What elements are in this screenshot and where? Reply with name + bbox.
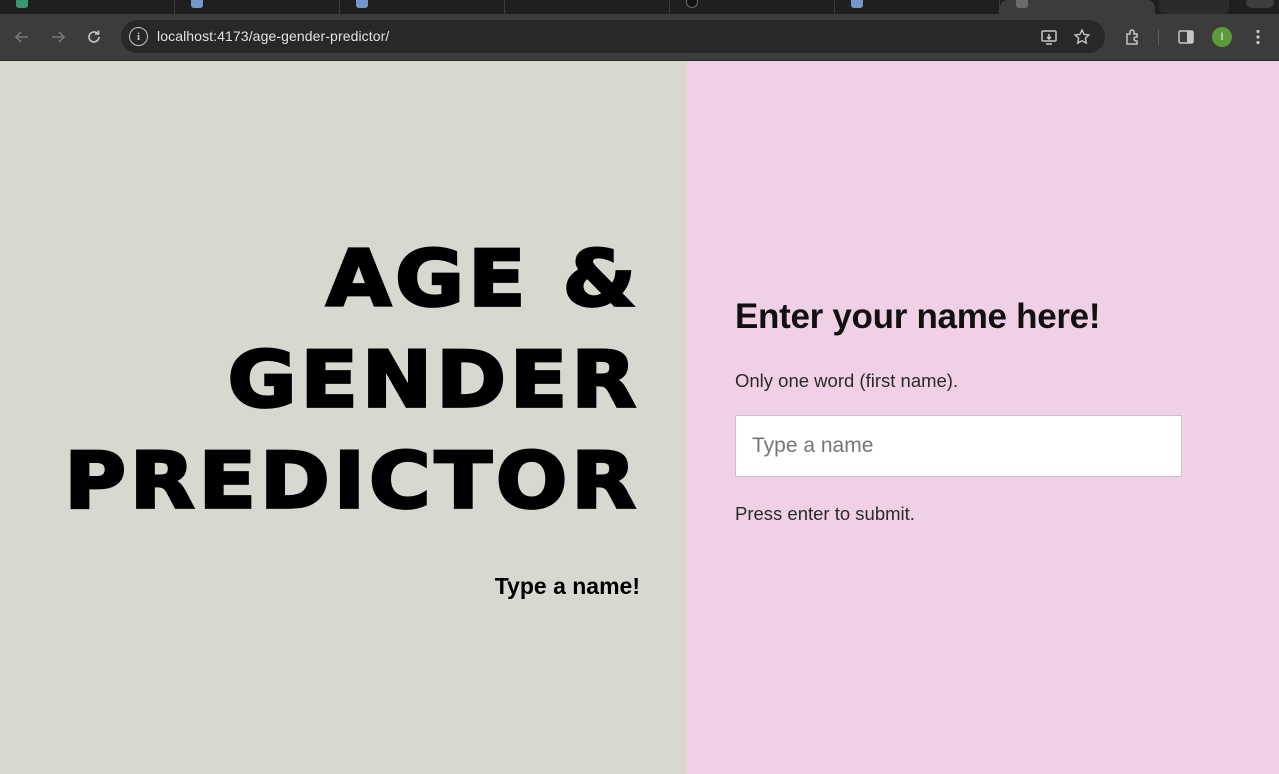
- reload-icon: [88, 30, 100, 43]
- left-panel: AGE & GENDER PREDICTOR Type a name!: [0, 61, 687, 774]
- url-text[interactable]: localhost:4173/age-gender-predictor/: [157, 28, 389, 44]
- title-line: GENDER: [226, 333, 640, 426]
- window-control[interactable]: [1246, 0, 1274, 8]
- bookmark-star-icon[interactable]: [1072, 27, 1092, 47]
- arrow-left-icon: [14, 31, 28, 43]
- tab-favicon-icon: [191, 0, 203, 8]
- right-panel: Enter your name here! Only one word (fir…: [687, 61, 1279, 774]
- form-heading: Enter your name here!: [735, 297, 1101, 336]
- back-button[interactable]: [10, 25, 34, 49]
- title-line: AGE &: [325, 232, 640, 325]
- left-subtitle: Type a name!: [494, 573, 640, 599]
- new-tab-area[interactable]: [1159, 0, 1229, 14]
- tab-favicon-icon: [1016, 0, 1028, 8]
- browser-toolbar: i localhost:4173/age-gender-predictor/ I: [0, 14, 1279, 61]
- submit-hint: Press enter to submit.: [735, 503, 915, 524]
- form-hint: Only one word (first name).: [735, 370, 959, 391]
- extensions-button[interactable]: [1121, 25, 1145, 49]
- tab-favicon-icon: [851, 0, 863, 8]
- page-title: AGE & GENDER PREDICTOR: [20, 228, 640, 532]
- forward-button[interactable]: [46, 25, 70, 49]
- browser-tab[interactable]: [0, 0, 175, 14]
- browser-tab[interactable]: [340, 0, 505, 14]
- browser-tab-active[interactable]: [1000, 0, 1155, 14]
- tab-strip: [0, 0, 1279, 14]
- browser-tab[interactable]: [835, 0, 1000, 14]
- kebab-menu-icon: [1256, 29, 1260, 45]
- site-info-icon[interactable]: i: [129, 27, 148, 46]
- address-bar[interactable]: i localhost:4173/age-gender-predictor/: [121, 20, 1105, 53]
- toolbar-divider: [1158, 29, 1159, 45]
- name-input[interactable]: [735, 415, 1182, 477]
- browser-tab[interactable]: [175, 0, 340, 14]
- browser-tab[interactable]: [505, 0, 670, 14]
- side-panel-icon: [1178, 30, 1194, 44]
- install-app-icon[interactable]: [1039, 27, 1059, 47]
- title-line: PREDICTOR: [63, 435, 640, 528]
- browser-menu-button[interactable]: [1246, 25, 1270, 49]
- tab-favicon-icon: [16, 0, 28, 8]
- side-panel-button[interactable]: [1174, 25, 1198, 49]
- reload-button[interactable]: [82, 25, 106, 49]
- tab-favicon-icon: [356, 0, 368, 8]
- puzzle-icon: [1126, 29, 1138, 45]
- profile-avatar[interactable]: I: [1212, 27, 1232, 47]
- browser-tab[interactable]: [670, 0, 835, 14]
- tab-favicon-icon: [686, 0, 698, 8]
- arrow-right-icon: [52, 31, 66, 43]
